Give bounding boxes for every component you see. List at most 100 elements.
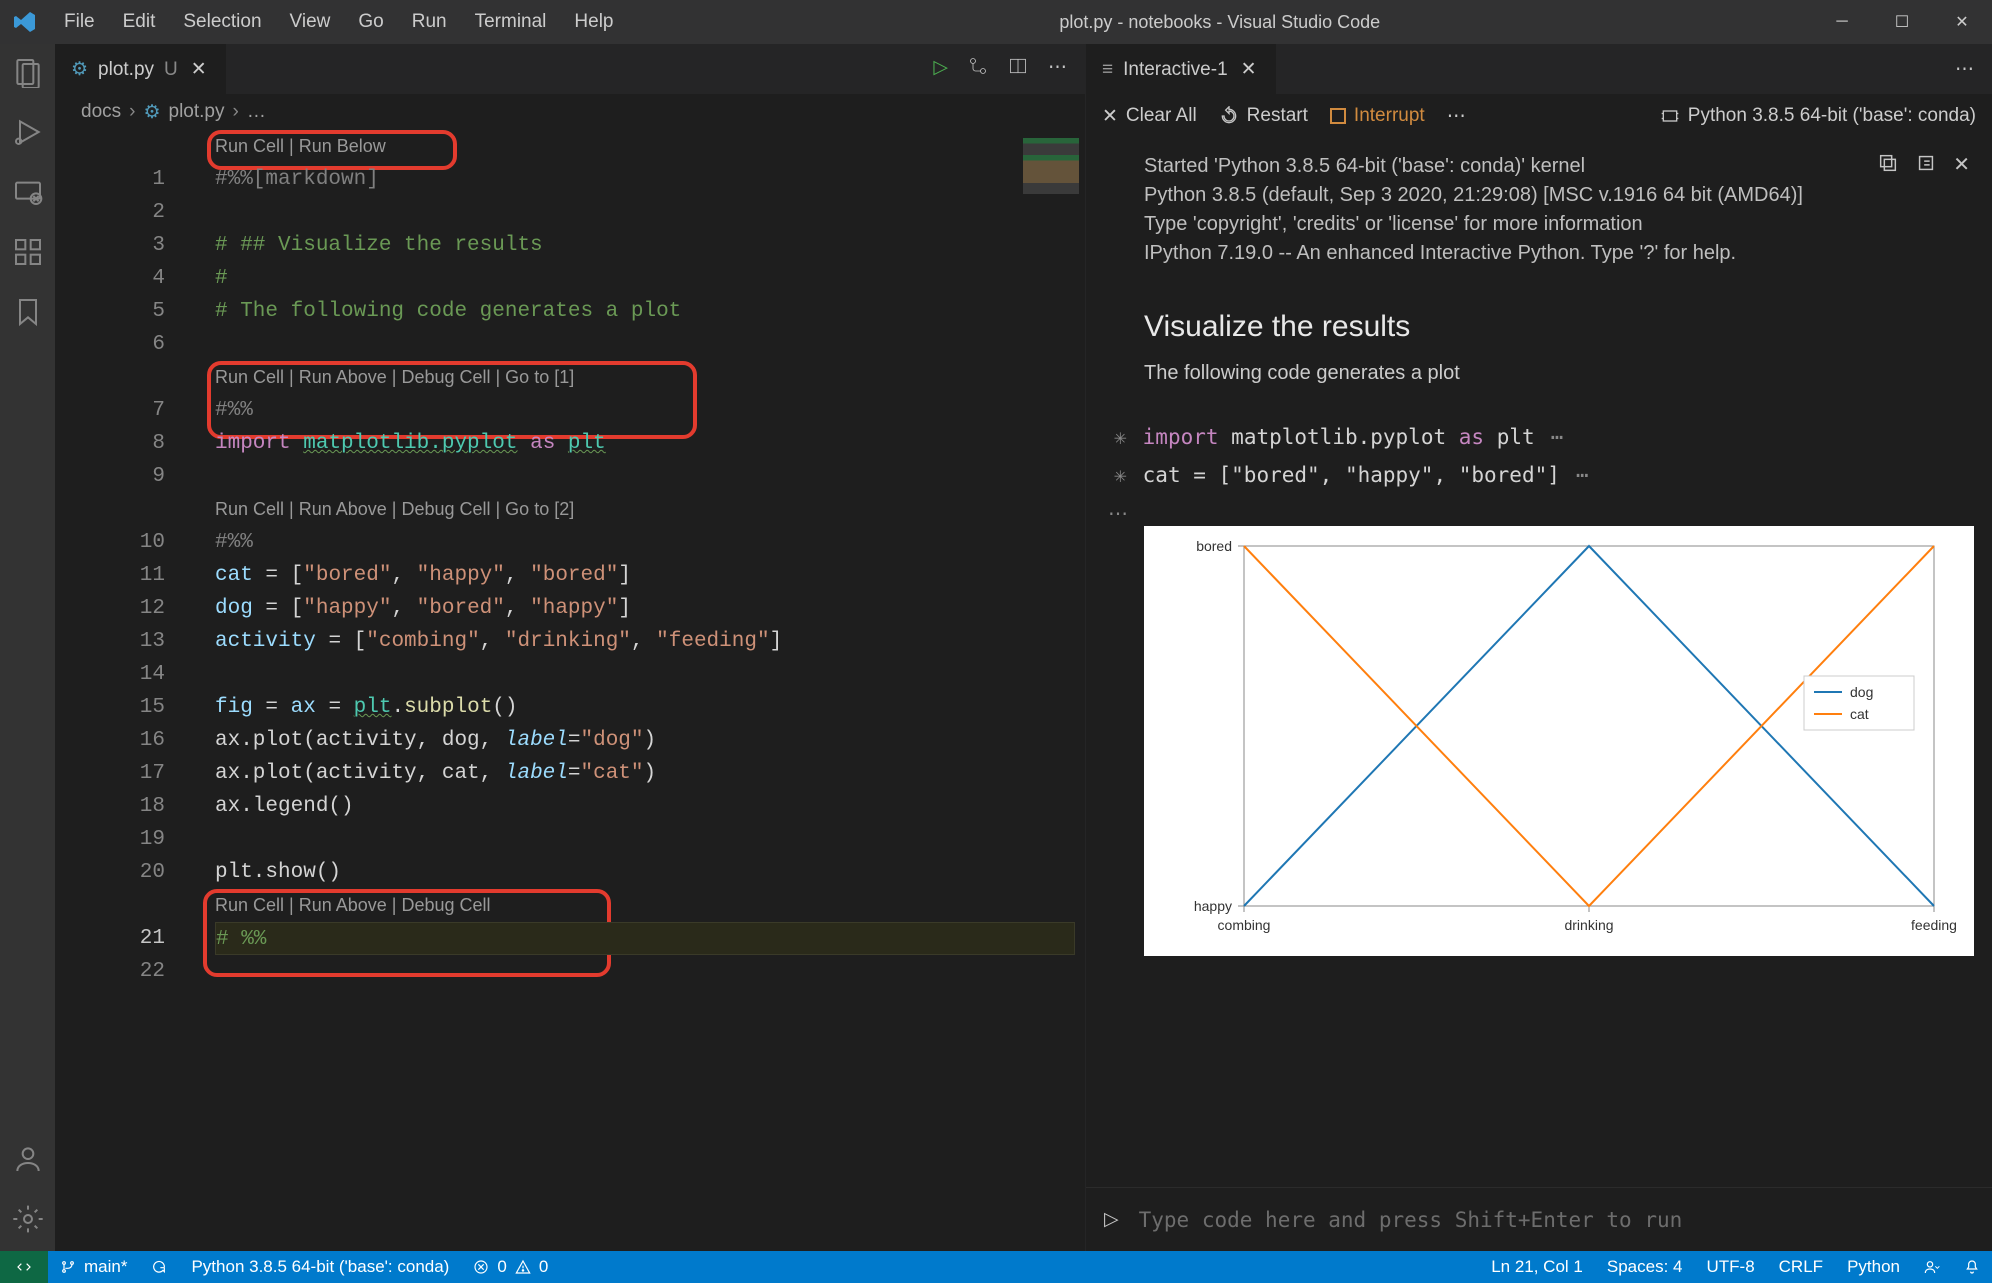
- breadcrumb-tail: …: [247, 101, 266, 123]
- run-input-icon[interactable]: ▷: [1104, 1208, 1119, 1231]
- minimap-thumbnail: [1023, 138, 1079, 194]
- accounts-icon[interactable]: [10, 1141, 46, 1177]
- bookmark-icon[interactable]: [10, 294, 46, 330]
- codelens-run-cell[interactable]: Run Cell | Run Below: [215, 130, 1075, 163]
- kernel-info: Started 'Python 3.8.5 64-bit ('base': co…: [1144, 152, 1974, 268]
- git-branch[interactable]: main*: [48, 1257, 139, 1277]
- minimize-button[interactable]: ─: [1812, 0, 1872, 44]
- svg-text:cat: cat: [1850, 706, 1869, 722]
- copy-icon[interactable]: [1877, 152, 1899, 180]
- menu-bar: File Edit Selection View Go Run Terminal…: [50, 11, 628, 33]
- editor-tabs: ⚙ plot.py U ✕ ▷ ⋯: [55, 44, 1085, 94]
- more-actions-icon[interactable]: ⋯: [1048, 56, 1067, 82]
- input-placeholder: Type code here and press Shift+Enter to …: [1139, 1208, 1683, 1232]
- markdown-paragraph: The following code generates a plot: [1144, 362, 1974, 385]
- code-editor[interactable]: 1 2 3 4 5 6 7 8 9 10 11 12 13 14 15: [55, 130, 1085, 1251]
- cell-more-icon[interactable]: ⋯: [1108, 501, 1974, 526]
- maximize-button[interactable]: ☐: [1872, 0, 1932, 44]
- interpreter-selector[interactable]: Python 3.8.5 64-bit ('base': conda): [179, 1257, 461, 1277]
- more-actions-icon[interactable]: ⋯: [1447, 105, 1466, 128]
- python-file-icon: ⚙: [143, 101, 160, 124]
- cell-status-icon: ✳: [1114, 463, 1127, 487]
- run-debug-icon[interactable]: [10, 114, 46, 150]
- problems-indicator[interactable]: 0 0: [461, 1257, 560, 1277]
- more-actions-icon[interactable]: ⋯: [1955, 58, 1974, 81]
- expand-cell-icon[interactable]: ⋯: [1576, 463, 1589, 487]
- eol[interactable]: CRLF: [1767, 1257, 1835, 1277]
- python-file-icon: ⚙: [71, 58, 88, 81]
- menu-run[interactable]: Run: [398, 11, 461, 33]
- breadcrumb-folder[interactable]: docs: [81, 101, 121, 123]
- compare-changes-icon[interactable]: [968, 56, 988, 82]
- split-editor-icon[interactable]: [1008, 56, 1028, 82]
- menu-selection[interactable]: Selection: [169, 11, 275, 33]
- tab-close-icon[interactable]: ✕: [1238, 58, 1260, 81]
- editor-pane: ⚙ plot.py U ✕ ▷ ⋯ docs › ⚙ plot.py › …: [55, 44, 1085, 1251]
- svg-text:bored: bored: [1196, 538, 1232, 554]
- tab-close-icon[interactable]: ✕: [188, 58, 210, 81]
- codelens-run-cell[interactable]: Run Cell | Run Above | Debug Cell | Go t…: [215, 361, 1075, 394]
- window-title: plot.py - notebooks - Visual Studio Code: [628, 12, 1813, 33]
- interactive-output[interactable]: ✕ Started 'Python 3.8.5 64-bit ('base': …: [1086, 138, 1992, 1187]
- vscode-logo-icon: [0, 10, 50, 34]
- notifications-icon[interactable]: [1952, 1257, 1992, 1277]
- interactive-window-icon: ≡: [1102, 59, 1113, 81]
- interactive-tabs: ≡ Interactive-1 ✕ ⋯: [1086, 44, 1992, 94]
- clear-all-button[interactable]: ✕ Clear All: [1102, 105, 1197, 128]
- markdown-heading: Visualize the results: [1144, 310, 1974, 344]
- interrupt-button[interactable]: Interrupt: [1330, 105, 1425, 127]
- svg-text:drinking: drinking: [1564, 917, 1613, 933]
- tab-label: plot.py: [98, 59, 154, 81]
- interactive-toolbar: ✕ Clear All Restart Interrupt ⋯ Python 3…: [1086, 94, 1992, 138]
- cell-toolbar: ✕: [1877, 152, 1970, 180]
- remote-indicator[interactable]: [0, 1251, 48, 1283]
- language-mode[interactable]: Python: [1835, 1257, 1912, 1277]
- menu-terminal[interactable]: Terminal: [461, 11, 561, 33]
- run-cell-icon[interactable]: ▷: [933, 56, 948, 82]
- executed-cell[interactable]: ✳ cat = ["bored", "happy", "bored"] ⋯: [1114, 463, 1974, 487]
- expand-cell-icon[interactable]: ⋯: [1551, 425, 1564, 449]
- interactive-input[interactable]: ▷ Type code here and press Shift+Enter t…: [1086, 1187, 1992, 1251]
- tab-plot-py[interactable]: ⚙ plot.py U ✕: [55, 44, 226, 94]
- indentation[interactable]: Spaces: 4: [1595, 1257, 1695, 1277]
- menu-view[interactable]: View: [276, 11, 345, 33]
- encoding[interactable]: UTF-8: [1694, 1257, 1766, 1277]
- kernel-selector[interactable]: Python 3.8.5 64-bit ('base': conda): [1660, 105, 1976, 127]
- codelens-run-cell[interactable]: Run Cell | Run Above | Debug Cell | Go t…: [215, 493, 1075, 526]
- chevron-right-icon: ›: [233, 101, 239, 123]
- status-bar: main* Python 3.8.5 64-bit ('base': conda…: [0, 1251, 1992, 1283]
- code-lines[interactable]: Run Cell | Run Below #%%[markdown] # ## …: [215, 130, 1075, 988]
- cursor-position[interactable]: Ln 21, Col 1: [1479, 1257, 1595, 1277]
- executed-cell[interactable]: ✳ import matplotlib.pyplot as plt ⋯: [1114, 425, 1974, 449]
- menu-file[interactable]: File: [50, 11, 109, 33]
- title-bar: File Edit Selection View Go Run Terminal…: [0, 0, 1992, 44]
- close-button[interactable]: ✕: [1932, 0, 1992, 44]
- remote-explorer-icon[interactable]: [10, 174, 46, 210]
- explorer-icon[interactable]: [10, 54, 46, 90]
- extensions-icon[interactable]: [10, 234, 46, 270]
- activity-bar: [0, 44, 55, 1251]
- svg-text:dog: dog: [1850, 684, 1873, 700]
- menu-help[interactable]: Help: [560, 11, 627, 33]
- menu-go[interactable]: Go: [344, 11, 397, 33]
- tab-label: Interactive-1: [1123, 59, 1228, 81]
- chevron-right-icon: ›: [129, 101, 135, 123]
- tab-interactive[interactable]: ≡ Interactive-1 ✕: [1086, 44, 1276, 94]
- output-chart: boredhappycombingdrinkingfeedingdogcat: [1144, 526, 1974, 956]
- breadcrumb-file[interactable]: plot.py: [169, 101, 225, 123]
- codelens-run-cell[interactable]: Run Cell | Run Above | Debug Cell: [215, 889, 1075, 922]
- settings-gear-icon[interactable]: [10, 1201, 46, 1237]
- line-number-gutter: 1 2 3 4 5 6 7 8 9 10 11 12 13 14 15: [55, 130, 195, 988]
- delete-cell-icon[interactable]: ✕: [1953, 152, 1970, 180]
- svg-text:feeding: feeding: [1911, 917, 1957, 933]
- svg-text:combing: combing: [1218, 917, 1271, 933]
- cell-status-icon: ✳: [1114, 425, 1127, 449]
- breadcrumb[interactable]: docs › ⚙ plot.py › …: [55, 94, 1085, 130]
- goto-code-icon[interactable]: [1915, 152, 1937, 180]
- tab-modified-indicator: U: [164, 59, 178, 81]
- sync-button[interactable]: [139, 1259, 179, 1275]
- feedback-icon[interactable]: [1912, 1257, 1952, 1277]
- menu-edit[interactable]: Edit: [109, 11, 170, 33]
- restart-button[interactable]: Restart: [1219, 105, 1308, 127]
- minimap[interactable]: [997, 130, 1085, 1251]
